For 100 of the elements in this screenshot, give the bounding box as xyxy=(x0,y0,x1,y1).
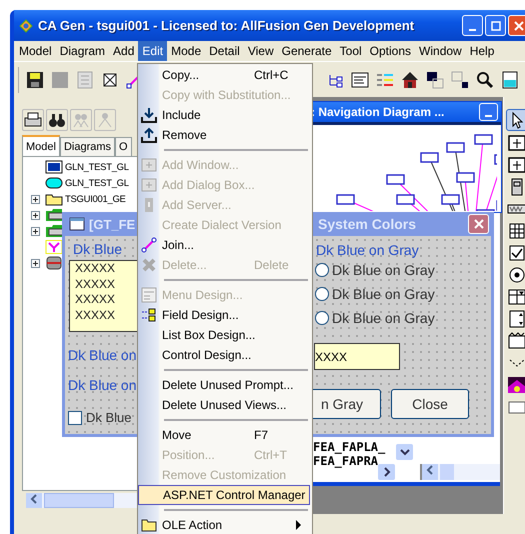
menu-item[interactable]: List Box Design... xyxy=(160,325,310,345)
spinner-icon[interactable] xyxy=(506,309,525,329)
horizontal-scrollbar[interactable] xyxy=(26,493,139,508)
menu-item[interactable]: Field Design... xyxy=(160,305,310,325)
scroll-right-button[interactable] xyxy=(378,464,395,480)
search-icon[interactable] xyxy=(476,70,494,88)
maximize-button[interactable] xyxy=(485,15,506,36)
window-plus-icon[interactable] xyxy=(506,155,525,175)
close-icon xyxy=(514,20,524,30)
list-row[interactable]: FEA_FAPLA_ xyxy=(313,440,386,454)
save-icon[interactable] xyxy=(26,70,44,88)
capsule-icon xyxy=(45,176,63,190)
menu-item[interactable]: ASP.NET Control Manager xyxy=(138,485,310,505)
database-icon xyxy=(45,256,63,270)
cross-icon xyxy=(141,257,157,273)
tree-item[interactable]: TSGUI001_GE xyxy=(65,194,126,204)
windows-icon[interactable] xyxy=(426,70,444,88)
window-icon[interactable] xyxy=(351,70,369,88)
tree-item[interactable]: GLN_TEST_GL xyxy=(65,162,129,172)
dropdown-icon[interactable] xyxy=(506,287,525,307)
close-button[interactable] xyxy=(508,15,525,36)
server-icon xyxy=(45,224,63,238)
menu-item[interactable]: Remove xyxy=(160,125,310,145)
minimize-icon xyxy=(469,28,476,30)
folder-icon xyxy=(141,517,157,533)
horizontal-scrollbar[interactable] xyxy=(420,464,500,480)
upload-arrow-icon xyxy=(141,127,157,143)
dialog-title: System Colors xyxy=(318,216,416,232)
panel-tab[interactable]: Model xyxy=(22,135,60,156)
frame-icon[interactable] xyxy=(506,331,525,351)
menu-item[interactable]: Control Design... xyxy=(160,345,310,365)
menu-item[interactable]: Move F7 xyxy=(160,425,310,445)
printer-icon[interactable] xyxy=(22,109,44,131)
list-row[interactable]: FEA_FAPRA xyxy=(313,454,386,468)
window-plus-icon xyxy=(141,177,157,193)
radio-button[interactable] xyxy=(315,287,329,301)
menu-item[interactable]: Model xyxy=(15,41,56,61)
radio-button[interactable] xyxy=(315,263,329,277)
radio-icon[interactable] xyxy=(506,265,525,285)
menu-item[interactable]: Detail xyxy=(205,41,244,61)
tree-item[interactable]: GLN_TEST_GL xyxy=(65,178,129,188)
close-button[interactable] xyxy=(468,214,489,234)
pointer-icon[interactable] xyxy=(506,109,525,131)
menu-item[interactable]: View xyxy=(244,41,278,61)
close-icon xyxy=(472,218,484,230)
input-field[interactable]: XXXX xyxy=(314,343,400,370)
field-design-icon xyxy=(141,307,157,323)
menu-item[interactable]: Generate xyxy=(278,41,336,61)
connector-icon xyxy=(141,237,157,253)
menu-item[interactable]: Join... xyxy=(160,235,310,255)
window-icon xyxy=(45,160,63,174)
scroll-down-button[interactable] xyxy=(396,444,413,460)
menu-item[interactable]: Options xyxy=(366,41,416,61)
window-title: CA Gen - tsgui001 - Licensed to: AllFusion Gen Development xyxy=(38,18,416,33)
panel-tab[interactable]: Diagrams xyxy=(60,137,116,156)
panel-tab[interactable]: O xyxy=(115,137,132,156)
dialog-title: [GT_FE xyxy=(89,216,136,232)
menu-item[interactable]: Copy... Ctrl+C xyxy=(160,65,310,85)
server-icon xyxy=(45,208,63,222)
radio-label: Dk Blue on Gray xyxy=(332,310,435,326)
minimize-button[interactable] xyxy=(479,103,498,121)
prompt-label: Dk Blue on xyxy=(68,377,136,393)
window-plus-icon xyxy=(141,157,157,173)
checkbox-icon[interactable] xyxy=(506,243,525,263)
menu-item[interactable]: OLE Action xyxy=(160,515,310,534)
scroll-left-icon[interactable] xyxy=(30,494,38,504)
checkbox[interactable] xyxy=(68,410,82,424)
menu-item[interactable]: Window xyxy=(415,41,466,61)
radio-label: Dk Blue on Gray xyxy=(332,286,435,302)
menu-design-icon xyxy=(141,287,157,303)
radio-label: Dk Blue on Gray xyxy=(332,262,435,278)
menu-item[interactable]: Add xyxy=(109,41,138,61)
minimize-button[interactable] xyxy=(462,15,483,36)
menu-item[interactable]: Mode xyxy=(167,41,206,61)
chevron-down-icon xyxy=(400,448,410,456)
panel-icon[interactable] xyxy=(501,70,519,88)
house-icon[interactable] xyxy=(401,70,419,88)
menu-item[interactable]: Include xyxy=(160,105,310,125)
dialog-button[interactable]: Close xyxy=(391,389,469,419)
maximize-icon xyxy=(490,20,500,30)
grid-icon[interactable] xyxy=(506,221,525,241)
box-cross-icon[interactable] xyxy=(101,70,119,88)
windows-icon[interactable] xyxy=(451,70,469,88)
menu-item[interactable]: Tool xyxy=(336,41,366,61)
checkbox-label: Dk Blue xyxy=(86,410,132,425)
submenu-arrow-icon xyxy=(296,520,302,530)
download-arrow-icon xyxy=(141,107,157,123)
minimize-icon xyxy=(485,115,492,117)
binoculars-icon[interactable] xyxy=(46,109,68,131)
menu-item[interactable]: Edit xyxy=(138,41,168,61)
chevron-right-icon xyxy=(382,467,390,477)
group-label: Dk Blue on Gray xyxy=(316,242,419,258)
menu-item[interactable]: Diagram xyxy=(56,41,110,61)
folder-icon xyxy=(45,192,63,206)
app-logo-icon xyxy=(18,18,34,34)
menu-item[interactable]: Help xyxy=(466,41,498,61)
scroll-left-icon[interactable] xyxy=(426,465,434,475)
image-icon[interactable] xyxy=(506,375,525,395)
window-plus-icon[interactable] xyxy=(506,133,525,153)
radio-button[interactable] xyxy=(315,311,329,325)
